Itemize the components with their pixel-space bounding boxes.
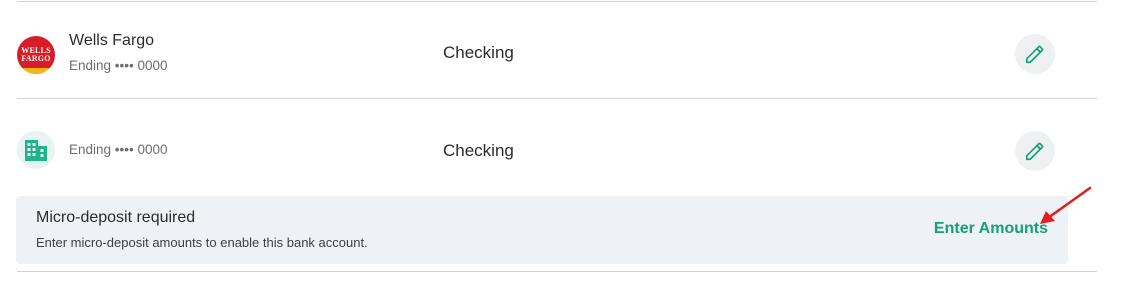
edit-account-button[interactable]	[1015, 131, 1055, 171]
edit-account-button[interactable]	[1015, 34, 1055, 74]
account-ending: Ending •••• 0000	[69, 142, 168, 157]
logo-stripe	[17, 68, 55, 74]
bottom-divider	[17, 271, 1097, 272]
bank-name: Wells Fargo	[69, 32, 155, 49]
pencil-icon	[1025, 45, 1044, 64]
micro-deposit-notice: Micro-deposit required Enter micro-depos…	[16, 196, 1068, 264]
wells-fargo-logo-text-line2: FARGO	[21, 54, 51, 63]
wells-fargo-logo: WELLS FARGO	[17, 36, 55, 74]
notice-title: Micro-deposit required	[36, 209, 196, 226]
generic-bank-logo	[17, 131, 55, 169]
enter-amounts-button[interactable]: Enter Amounts	[934, 220, 1048, 238]
account-type: Checking	[443, 141, 514, 160]
building-icon	[25, 140, 47, 161]
account-row-wells-fargo: WELLS FARGO Wells Fargo Ending •••• 0000…	[0, 2, 1148, 98]
notice-description: Enter micro-deposit amounts to enable th…	[36, 235, 368, 250]
account-row-generic: Ending •••• 0000 Checking	[0, 99, 1148, 195]
annotation-arrow-icon	[1040, 186, 1092, 224]
account-type: Checking	[443, 43, 514, 62]
account-ending: Ending •••• 0000	[69, 58, 168, 73]
pencil-icon	[1025, 142, 1044, 161]
